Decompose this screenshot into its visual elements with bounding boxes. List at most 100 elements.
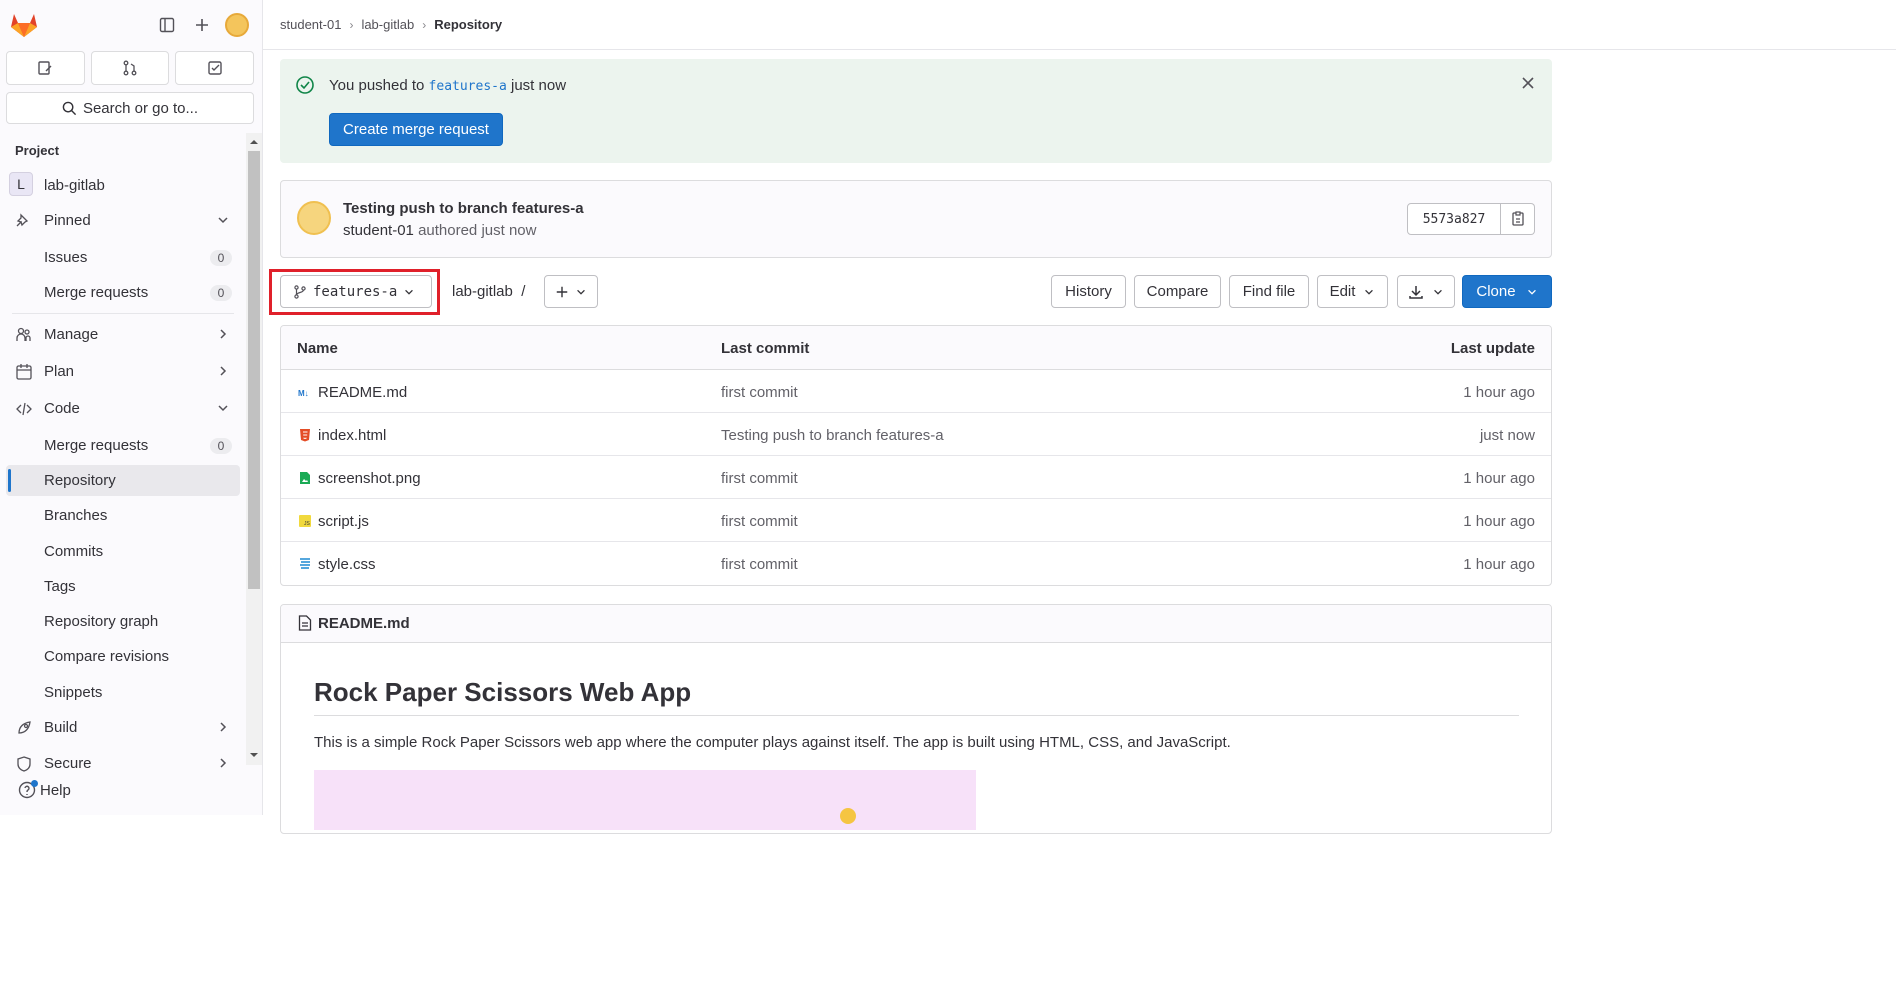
- todos-shortcut-button[interactable]: [175, 51, 255, 85]
- chevron-down-icon: [1527, 289, 1536, 295]
- chevron-down-icon: [218, 405, 228, 412]
- sidebar-item-merge-requests[interactable]: Merge requests 0: [6, 277, 240, 308]
- file-commit[interactable]: Testing push to branch features-a: [721, 427, 944, 444]
- commit-author[interactable]: student-01: [343, 222, 414, 239]
- file-name[interactable]: style.css: [318, 556, 376, 573]
- scrollbar-thumb[interactable]: [248, 151, 260, 589]
- path-separator: /: [521, 283, 526, 300]
- file-name[interactable]: script.js: [318, 513, 369, 530]
- chevron-down-icon: [577, 289, 585, 295]
- gitlab-logo-icon[interactable]: [10, 12, 38, 38]
- sidebar-toggle-icon[interactable]: [156, 14, 178, 36]
- file-commit[interactable]: first commit: [721, 384, 798, 401]
- create-merge-request-button[interactable]: Create merge request: [329, 113, 503, 146]
- compare-button[interactable]: Compare: [1134, 275, 1221, 308]
- breadcrumb-current[interactable]: Repository: [434, 17, 502, 32]
- header-last-commit: Last commit: [721, 340, 810, 357]
- sidebar-item-project[interactable]: L lab-gitlab: [6, 170, 240, 201]
- table-row[interactable]: JS script.js first commit 1 hour ago: [281, 499, 1551, 542]
- sidebar-item-issues[interactable]: Issues 0: [6, 242, 240, 273]
- user-avatar[interactable]: [225, 13, 249, 37]
- clone-label: Clone: [1476, 283, 1516, 300]
- file-commit[interactable]: first commit: [721, 470, 798, 487]
- copy-sha-button[interactable]: [1501, 203, 1535, 235]
- sidebar-item-snippets[interactable]: Snippets: [6, 677, 240, 708]
- repo-path-link[interactable]: lab-gitlab: [452, 283, 513, 300]
- history-button[interactable]: History: [1051, 275, 1126, 308]
- help-button[interactable]: Help: [18, 779, 71, 801]
- file-updated: 1 hour ago: [1463, 556, 1535, 573]
- chevron-right-icon: [220, 722, 227, 732]
- sidebar-item-label: Snippets: [44, 684, 103, 701]
- sidebar-item-plan[interactable]: Plan: [6, 356, 240, 387]
- commit-sha[interactable]: 5573a827: [1407, 203, 1501, 235]
- count-badge: 0: [210, 250, 232, 266]
- file-commit[interactable]: first commit: [721, 513, 798, 530]
- count-badge: 0: [210, 285, 232, 301]
- clone-button[interactable]: Clone: [1462, 275, 1552, 308]
- find-file-button[interactable]: Find file: [1229, 275, 1309, 308]
- file-name[interactable]: screenshot.png: [318, 470, 421, 487]
- readme-panel: README.md Rock Paper Scissors Web App Th…: [280, 604, 1552, 834]
- sidebar-item-commits[interactable]: Commits: [6, 536, 240, 567]
- scroll-down-icon[interactable]: [246, 749, 262, 761]
- sidebar-item-manage[interactable]: Manage: [6, 319, 240, 350]
- sidebar-item-repository[interactable]: Repository: [6, 465, 240, 496]
- search-button[interactable]: Search or go to...: [6, 92, 254, 124]
- breadcrumb-item[interactable]: student-01: [280, 17, 341, 32]
- divider: [314, 715, 1519, 716]
- readme-title: Rock Paper Scissors Web App: [314, 677, 692, 707]
- file-name[interactable]: README.md: [318, 384, 407, 401]
- sidebar-scrollbar[interactable]: [246, 133, 262, 765]
- edit-button[interactable]: Edit: [1317, 275, 1388, 308]
- scroll-up-icon[interactable]: [246, 136, 262, 148]
- close-icon[interactable]: [1520, 75, 1536, 91]
- download-button[interactable]: [1397, 275, 1455, 308]
- table-row[interactable]: screenshot.png first commit 1 hour ago: [281, 456, 1551, 499]
- sidebar-item-label: Compare revisions: [44, 648, 170, 665]
- sidebar-item-pinned[interactable]: Pinned: [6, 205, 240, 236]
- download-icon: [1409, 285, 1423, 299]
- sidebar-item-branches[interactable]: Branches: [6, 500, 240, 531]
- code-icon: [16, 402, 32, 416]
- search-label: Search or go to...: [82, 99, 199, 117]
- readme-filename[interactable]: README.md: [318, 615, 410, 632]
- svg-text:M↓: M↓: [298, 389, 309, 398]
- calendar-icon: [16, 364, 32, 380]
- alert-branch: features-a: [428, 79, 507, 94]
- table-row[interactable]: M↓ README.md first commit 1 hour ago: [281, 370, 1551, 413]
- chevron-down-icon: [1365, 289, 1374, 295]
- repo-toolbar: features-a lab-gitlab / History Compare …: [280, 275, 1552, 309]
- issues-shortcut-button[interactable]: [6, 51, 85, 85]
- sidebar-item-build[interactable]: Build: [6, 712, 240, 743]
- file-table: Name Last commit Last update M↓ README.m…: [280, 325, 1552, 586]
- merge-requests-shortcut-button[interactable]: [90, 51, 170, 85]
- file-updated: 1 hour ago: [1463, 513, 1535, 530]
- file-name[interactable]: index.html: [318, 427, 386, 444]
- todo-icon: [207, 61, 222, 75]
- sidebar-item-code[interactable]: Code: [6, 393, 240, 424]
- sidebar-item-label: Merge requests: [44, 284, 149, 301]
- file-commit[interactable]: first commit: [721, 556, 798, 573]
- sidebar-item-tags[interactable]: Tags: [6, 571, 240, 602]
- add-to-tree-button[interactable]: [544, 275, 598, 308]
- header-last-update: Last update: [1450, 340, 1535, 357]
- plus-icon[interactable]: [191, 14, 213, 36]
- image-icon: [300, 472, 310, 484]
- quick-actions: [6, 51, 255, 85]
- notification-dot: [31, 780, 38, 787]
- chevron-right-icon: ›: [349, 17, 354, 32]
- sidebar-item-code-merge-requests[interactable]: Merge requests 0: [6, 430, 240, 461]
- sidebar-item-secure[interactable]: Secure: [6, 748, 240, 773]
- author-avatar[interactable]: [297, 201, 331, 235]
- table-row[interactable]: index.html Testing push to branch featur…: [281, 413, 1551, 456]
- table-row[interactable]: style.css first commit 1 hour ago: [281, 542, 1551, 585]
- sidebar-item-label: Pinned: [44, 212, 91, 229]
- sidebar-item-compare-revisions[interactable]: Compare revisions: [6, 641, 240, 672]
- sidebar-header: [0, 0, 262, 50]
- pin-icon: [16, 213, 29, 227]
- breadcrumb-item[interactable]: lab-gitlab: [361, 17, 414, 32]
- branch-selector[interactable]: features-a: [280, 275, 432, 308]
- commit-title[interactable]: Testing push to branch features-a: [343, 200, 584, 217]
- sidebar-item-repository-graph[interactable]: Repository graph: [6, 606, 240, 637]
